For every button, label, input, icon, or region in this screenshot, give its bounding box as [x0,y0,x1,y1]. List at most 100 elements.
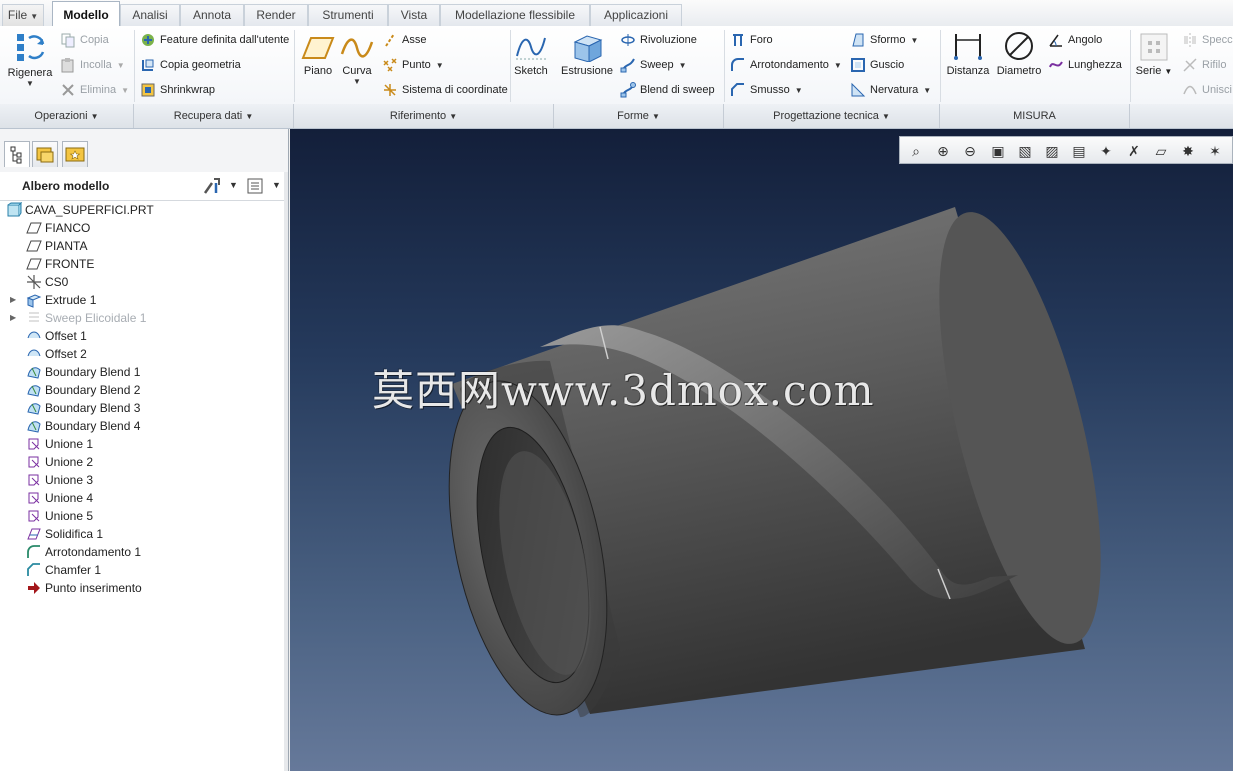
point-display-icon[interactable]: ✶ [1205,141,1225,161]
group-misura[interactable]: MISURA [940,104,1130,128]
zoom-in-icon[interactable]: ⊕ [933,141,953,161]
copia-geometria-button[interactable]: Copia geometria [140,55,241,75]
tree-item[interactable]: Unione 5 [0,507,284,525]
tab-strumenti[interactable]: Strumenti [308,4,388,26]
distanza-button[interactable]: Distanza [944,30,992,77]
group-riferimento-label: Riferimento [389,110,447,122]
elimina-button[interactable]: Elimina ▼ [60,80,129,100]
tree-item[interactable]: Solidifica 1 [0,525,284,543]
view-manager-icon[interactable]: ▨ [1042,141,1062,161]
graphics-viewport[interactable]: ⌕⊕⊖▣▧▨▤✦✗▱✸✶❂ 莫西网www.3dmox.com [290,129,1233,771]
zoom-out-icon[interactable]: ⊖ [960,141,980,161]
point-icon [382,57,398,73]
tree-item-label: Arrotondamento 1 [45,545,142,559]
annotation-display-icon[interactable]: ✗ [1124,141,1144,161]
expand-arrow-icon[interactable]: ▶ [10,309,20,327]
sformo-button[interactable]: Sformo ▼ [850,30,918,50]
tree-item[interactable]: Arrotondamento 1 [0,543,284,561]
tree-item[interactable]: CAVA_SUPERFICI.PRT [0,201,284,219]
tab-favorites[interactable] [62,141,88,167]
arrotondamento-button[interactable]: Arrotondamento ▼ [730,55,842,75]
tab-modellazione-flessibile[interactable]: Modellazione flessibile [440,4,590,26]
tree-item[interactable]: Offset 2 [0,345,284,363]
sketch-button[interactable]: Sketch [512,32,550,77]
tree-item[interactable]: ▶ Extrude 1 [0,291,284,309]
tree-item[interactable]: Boundary Blend 3 [0,399,284,417]
incolla-button[interactable]: Incolla ▼ [60,55,125,75]
arrotondamento-label: Arrotondamento [750,59,829,71]
spin-center-icon[interactable]: ▱ [1151,141,1171,161]
plane-display-icon[interactable]: ✸ [1178,141,1198,161]
group-forme[interactable]: Forme ▼ [554,104,724,128]
shrinkwrap-button[interactable]: Shrinkwrap [140,80,215,100]
tree-item[interactable]: CS0 [0,273,284,291]
group-riferimento[interactable]: Riferimento ▼ [294,104,554,128]
tree-item[interactable]: FIANCO [0,219,284,237]
unisci-button[interactable]: Unisci [1182,80,1232,100]
tree-display-button[interactable]: ▼ [246,177,282,195]
nervatura-button[interactable]: Nervatura ▼ [850,80,931,100]
tab-analisi[interactable]: Analisi [120,4,180,26]
blend-sweep-button[interactable]: Blend di sweep [620,80,715,100]
angolo-button[interactable]: Angolo [1048,30,1102,50]
rivoluzione-button[interactable]: Rivoluzione [620,30,697,50]
merge-icon [26,508,42,524]
expand-arrow-icon[interactable]: ▶ [10,291,20,309]
tree-item[interactable]: ▶ Sweep Elicoidale 1 [0,309,284,327]
curva-button[interactable]: Curva ▼ [338,34,376,86]
estrusione-button[interactable]: Estrusione [560,32,614,77]
tab-applicazioni[interactable]: Applicazioni [590,4,682,26]
tab-vista[interactable]: Vista [388,4,440,26]
foro-button[interactable]: Foro [730,30,773,50]
rigenera-button[interactable]: Rigenera ▼ [6,30,54,88]
smusso-button[interactable]: Smusso ▼ [730,80,803,100]
tree-settings-button[interactable]: ▼ [202,177,238,195]
tree-item[interactable]: Boundary Blend 1 [0,363,284,381]
tree-item[interactable]: Offset 1 [0,327,284,345]
chevron-down-icon: ▼ [678,61,687,70]
refit-icon[interactable]: ⌕ [906,141,926,161]
tree-item[interactable]: Unione 4 [0,489,284,507]
asse-button[interactable]: Asse [382,30,426,50]
specchio-label: Specch [1202,34,1233,46]
serie-button[interactable]: Serie ▼ [1134,32,1174,77]
rifilo-button[interactable]: Rifilo [1182,55,1226,75]
diametro-button[interactable]: Diametro [994,30,1044,77]
piano-button[interactable]: Piano [300,34,336,77]
feature-utente-button[interactable]: Feature definita dall'utente [140,30,289,50]
specchio-button[interactable]: Specch [1182,30,1233,50]
tab-render[interactable]: Render [244,4,308,26]
rifilo-label: Rifilo [1202,59,1227,71]
tree-item[interactable]: Unione 2 [0,453,284,471]
sistema-coordinate-button[interactable]: Sistema di coordinate [382,80,508,100]
tab-folder-browser[interactable] [32,141,58,167]
datum-display-icon[interactable]: ✦ [1096,141,1116,161]
tab-file[interactable]: File ▼ [2,4,44,26]
tree-item[interactable]: Boundary Blend 2 [0,381,284,399]
group-operazioni[interactable]: Operazioni ▼ [0,104,134,128]
tab-annota[interactable]: Annota [180,4,244,26]
draft-icon [850,32,866,48]
saved-orientations-icon[interactable]: ▧ [1015,141,1035,161]
tree-item[interactable]: FRONTE [0,255,284,273]
display-style-icon[interactable]: ▤ [1069,141,1089,161]
group-recupera-dati[interactable]: Recupera dati ▼ [134,104,294,128]
guscio-button[interactable]: Guscio [850,55,904,75]
svg-text:✦: ✦ [1101,144,1113,160]
copia-button[interactable]: Copia [60,30,109,50]
group-progettazione-tecnica[interactable]: Progettazione tecnica ▼ [724,104,940,128]
group-progettazione-tecnica-label: Progettazione tecnica [773,110,879,122]
tab-model-tree[interactable] [4,141,30,167]
panel-scrollbar[interactable] [284,172,288,771]
tree-item[interactable]: PIANTA [0,237,284,255]
tree-item[interactable]: Unione 3 [0,471,284,489]
sweep-button[interactable]: Sweep ▼ [620,55,687,75]
tree-item[interactable]: Punto inserimento [0,579,284,597]
tree-item[interactable]: Unione 1 [0,435,284,453]
lunghezza-button[interactable]: Lunghezza [1048,55,1122,75]
punto-button[interactable]: Punto ▼ [382,55,444,75]
repaint-icon[interactable]: ▣ [988,141,1008,161]
tree-item[interactable]: Boundary Blend 4 [0,417,284,435]
tab-modello[interactable]: Modello [52,1,120,27]
tree-item[interactable]: Chamfer 1 [0,561,284,579]
